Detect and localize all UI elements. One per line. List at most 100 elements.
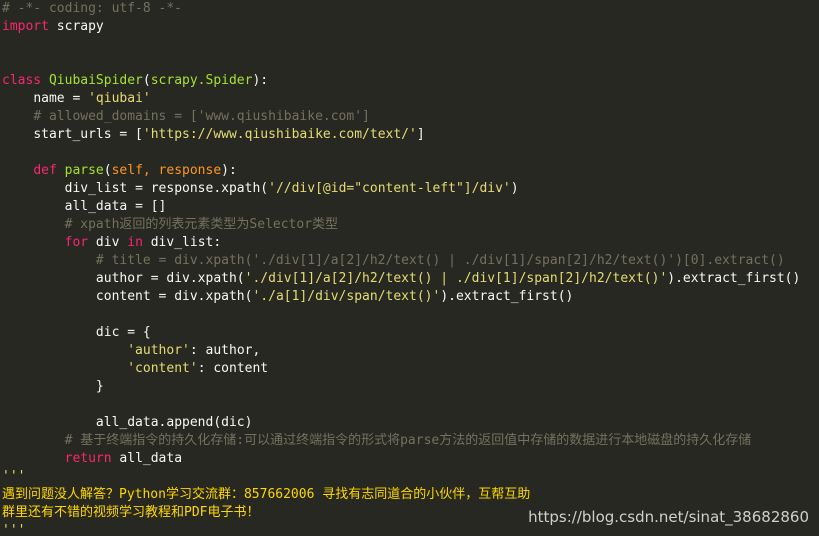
code-line: author = div.xpath('./div[1]/a[2]/h2/tex… xyxy=(2,270,800,288)
watermark-url: https://blog.csdn.net/sinat_38682860 xyxy=(528,508,809,526)
code-token-yellow: 遇到问题没人解答？Python学习交流群：857662006 寻找有志同道合的小… xyxy=(2,487,531,502)
code-line: # -*- coding: utf-8 -*- xyxy=(2,0,800,18)
code-token-str: 'author' xyxy=(127,343,190,358)
code-token-txt: ): xyxy=(252,73,269,88)
code-token-txt: div xyxy=(88,235,128,250)
code-line: start_urls = ['https://www.qiushibaike.c… xyxy=(2,126,800,144)
code-token-txt: ( xyxy=(103,163,112,178)
code-token-str: '//div[@id="content-left"]/div' xyxy=(268,181,511,196)
code-token-txt: all_data.append(dic) xyxy=(95,415,253,430)
code-content[interactable]: # -*- coding: utf-8 -*- import scrapy clas… xyxy=(2,0,800,536)
code-token-txt: content = div.xpath( xyxy=(95,289,253,304)
code-line: all_data = [] xyxy=(2,198,800,216)
code-line: # xpath返回的列表元素类型为Selector类型 xyxy=(2,216,800,234)
code-token-txt: ).extract_first() xyxy=(440,289,574,304)
code-line: # title = div.xpath('./div[1]/a[2]/h2/te… xyxy=(2,252,800,270)
code-token-txt: div_list = response.xpath( xyxy=(64,181,269,196)
code-editor[interactable]: # -*- coding: utf-8 -*- import scrapy clas… xyxy=(0,0,819,536)
code-token-txt: ] xyxy=(416,127,425,142)
code-line: return all_data xyxy=(2,450,800,468)
code-token-str: 'qiubai' xyxy=(88,91,151,106)
code-line: 遇到问题没人解答？Python学习交流群：857662006 寻找有志同道合的小… xyxy=(2,486,800,504)
code-token-kw: import xyxy=(2,19,49,34)
code-line: content = div.xpath('./a[1]/div/span/tex… xyxy=(2,288,800,306)
code-line: for div in div_list: xyxy=(2,234,800,252)
code-line: div_list = response.xpath('//div[@id="co… xyxy=(2,180,800,198)
code-token-txt: scrapy xyxy=(48,19,104,34)
code-line: # allowed_domains = ['www.qiushibaike.co… xyxy=(2,108,800,126)
code-token-txt: ) xyxy=(510,181,519,196)
code-token-kw: in xyxy=(127,235,143,250)
code-token-fn: scrapy.Spider xyxy=(150,73,253,88)
code-line: # 基于终端指令的持久化存储:可以通过终端指令的形式将parse方法的返回值中存… xyxy=(2,432,800,450)
code-token-txt: all_data xyxy=(111,451,183,466)
code-token-str: ''' xyxy=(2,469,26,484)
code-token-txt: all_data = [] xyxy=(64,199,167,214)
code-token-str: 'https://www.qiushibaike.com/text/' xyxy=(142,127,417,142)
code-line: 'content': content xyxy=(2,360,800,378)
code-token-txt: div_list: xyxy=(142,235,222,250)
code-token-cmt: # 基于终端指令的持久化存储:可以通过终端指令的形式将parse方法的返回值中存… xyxy=(64,433,752,448)
code-token-cmt: # -*- coding: utf-8 -*- xyxy=(2,1,183,16)
code-token-cmt: # title = div.xpath('./div[1]/a[2]/h2/te… xyxy=(95,253,785,268)
code-token-str: './a[1]/div/span/text()' xyxy=(252,289,441,304)
code-line: all_data.append(dic) xyxy=(2,414,800,432)
code-token-kw: class xyxy=(2,73,42,88)
code-token-txt: } xyxy=(95,379,104,394)
code-token-fn: QiubaiSpider xyxy=(48,73,143,88)
code-line: class QiubaiSpider(scrapy.Spider): xyxy=(2,72,800,90)
code-token-txt: dic = { xyxy=(95,325,151,340)
code-token-cmt: # xpath返回的列表元素类型为Selector类型 xyxy=(64,217,339,232)
code-token-kw: return xyxy=(64,451,112,466)
code-line: dic = { xyxy=(2,324,800,342)
code-token-str: 'content' xyxy=(127,361,198,376)
code-token-yellow: 群里还有不错的视频学习教程和PDF电子书！ xyxy=(2,505,260,520)
code-token-txt: name = xyxy=(33,91,89,106)
code-line: ''' xyxy=(2,468,800,486)
code-token-txt: start_urls = [ xyxy=(33,127,143,142)
code-line: name = 'qiubai' xyxy=(2,90,800,108)
code-line: import scrapy xyxy=(2,18,800,36)
code-line: def parse(self, response): xyxy=(2,162,800,180)
code-token-str: ''' xyxy=(2,523,26,536)
code-token-txt: author = div.xpath( xyxy=(95,271,245,286)
code-token-param: self, response xyxy=(111,163,222,178)
code-token-kw: for xyxy=(64,235,89,250)
code-token-txt: ( xyxy=(142,73,151,88)
code-line: } xyxy=(2,378,800,396)
code-token-kw: def xyxy=(33,163,57,178)
code-token-txt: ): xyxy=(221,163,237,178)
code-token-fn: parse xyxy=(64,163,104,178)
code-token-txt: : author, xyxy=(189,343,261,358)
code-line: 'author': author, xyxy=(2,342,800,360)
code-token-cmt: # allowed_domains = ['www.qiushibaike.co… xyxy=(33,109,370,124)
code-token-str: './div[1]/a[2]/h2/text() | ./div[1]/span… xyxy=(244,271,668,286)
code-token-txt: : content xyxy=(197,361,269,376)
code-token-txt: ).extract_first() xyxy=(667,271,801,286)
